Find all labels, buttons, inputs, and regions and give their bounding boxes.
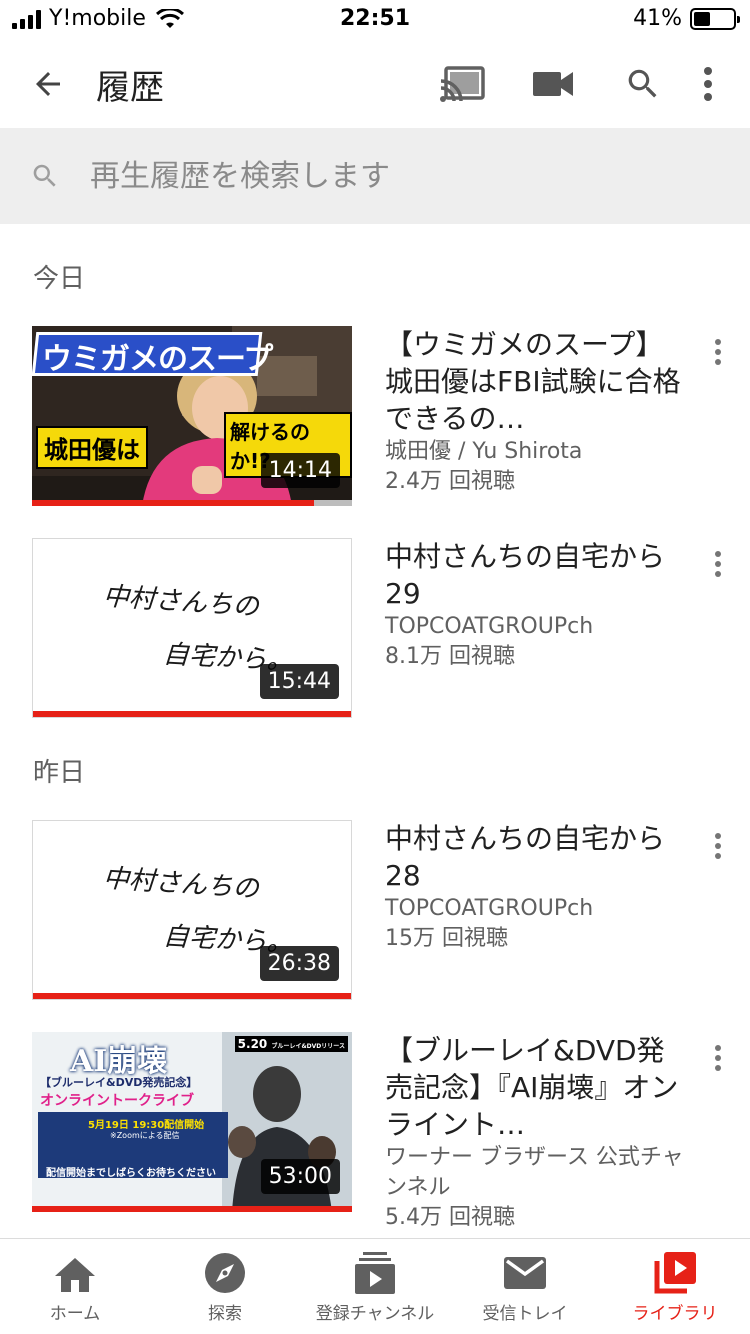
search-icon [33, 164, 56, 187]
nav-label: ホーム [49, 1304, 101, 1324]
view-count: 8.1万 回視聴 [385, 644, 515, 669]
video-thumbnail[interactable]: 中村さんちの 自宅から。 26:38 [32, 820, 352, 1000]
release-badge: 5.20 ブルーレイ&DVDリリース [234, 1036, 348, 1052]
nav-label: 探索 [208, 1304, 242, 1324]
video-thumbnail[interactable]: 5.20 ブルーレイ&DVDリリース AI崩壊 【ブルーレイ&DVD発売記念】 … [32, 1032, 352, 1212]
channel-name: ワーナー ブラザース 公式チャンネル [385, 1145, 684, 1200]
view-count: 2.4万 回視聴 [385, 469, 515, 494]
thumbnail-text-line1: 中村さんちの [101, 581, 260, 623]
home-icon [55, 1258, 95, 1292]
video-menu-button[interactable] [704, 826, 732, 866]
inbox-icon [504, 1257, 546, 1289]
video-duration: 26:38 [259, 946, 339, 981]
channel-name: TOPCOATGROUPch [385, 896, 594, 921]
history-search-bar[interactable] [0, 128, 750, 224]
thumbnail-text-line1: 中村さんちの [101, 863, 260, 905]
video-thumbnail[interactable]: ウミガメのスープ 城田優は 解けるのか!? 14:14 [32, 326, 352, 506]
video-item[interactable]: 中村さんちの 自宅から。 26:38 中村さんちの自宅から28 TOPCOATG… [0, 820, 750, 1002]
library-icon [654, 1252, 696, 1294]
subscriptions-icon [355, 1252, 395, 1294]
video-title[interactable]: 【ブルーレイ&DVD発売記念】『AI崩壊』オンライント… [385, 1032, 685, 1143]
battery-level [694, 11, 710, 26]
nav-library[interactable]: ライブラリ [600, 1239, 750, 1334]
view-count: 5.4万 回視聴 [385, 1205, 515, 1230]
watch-progress [33, 993, 351, 999]
app-bar: 履歴 [0, 40, 750, 128]
cast-button[interactable] [418, 40, 508, 128]
more-options-button[interactable] [688, 40, 728, 128]
section-header-yesterday: 昨日 [33, 758, 86, 788]
video-title[interactable]: 中村さんちの自宅から29 [385, 538, 685, 612]
view-count: 15万 回視聴 [385, 926, 508, 951]
search-button[interactable] [598, 40, 688, 128]
video-duration: 14:14 [260, 453, 340, 488]
video-menu-button[interactable] [704, 544, 732, 584]
nav-inbox[interactable]: 受信トレイ [450, 1239, 600, 1334]
status-bar: Y!mobile 22:51 41% [0, 0, 750, 40]
more-vert-icon [704, 67, 712, 101]
history-search-input[interactable] [90, 158, 750, 194]
watch-progress [32, 500, 314, 506]
camera-button[interactable] [508, 40, 598, 128]
video-thumbnail[interactable]: 中村さんちの 自宅から。 15:44 [32, 538, 352, 718]
cast-icon [440, 66, 485, 102]
compass-icon [205, 1253, 245, 1293]
battery-icon [690, 7, 740, 30]
videocam-icon [533, 72, 573, 96]
watch-progress [32, 1206, 352, 1212]
nav-subscriptions[interactable]: 登録チャンネル [300, 1239, 450, 1334]
bottom-navigation: ホーム 探索 登録チャンネル 受信トレイ ライブラリ [0, 1238, 750, 1334]
thumbnail-banner-text: ウミガメのスープ [42, 342, 273, 377]
section-header-today: 今日 [33, 264, 86, 294]
video-item[interactable]: 中村さんちの 自宅から。 15:44 中村さんちの自宅から29 TOPCOATG… [0, 538, 750, 720]
search-icon [628, 69, 657, 98]
video-title[interactable]: 中村さんちの自宅から28 [385, 820, 685, 894]
video-title[interactable]: 【ウミガメのスープ】城田優はFBI試験に合格できるの… [385, 326, 685, 437]
video-menu-button[interactable] [704, 332, 732, 372]
video-duration: 15:44 [259, 664, 339, 699]
video-item[interactable]: 5.20 ブルーレイ&DVDリリース AI崩壊 【ブルーレイ&DVD発売記念】 … [0, 1032, 750, 1238]
nav-explore[interactable]: 探索 [150, 1239, 300, 1334]
watch-progress [33, 711, 351, 717]
video-duration: 53:00 [260, 1159, 340, 1194]
channel-name: TOPCOATGROUPch [385, 614, 594, 639]
back-button[interactable] [0, 40, 96, 128]
nav-label: 登録チャンネル [315, 1304, 435, 1324]
channel-name: 城田優 / Yu Shirota [385, 439, 583, 464]
page-title: 履歴 [96, 67, 164, 108]
nav-home[interactable]: ホーム [0, 1239, 150, 1334]
arrow-back-icon [36, 72, 60, 96]
nav-label: ライブラリ [632, 1304, 718, 1324]
thumbnail-left-text: 城田優は [36, 426, 148, 469]
video-menu-button[interactable] [704, 1038, 732, 1078]
nav-label: 受信トレイ [482, 1304, 568, 1324]
battery-percent: 41% [633, 6, 682, 31]
video-item[interactable]: ウミガメのスープ 城田優は 解けるのか!? 14:14 【ウミガメのスープ】城田… [0, 326, 750, 508]
